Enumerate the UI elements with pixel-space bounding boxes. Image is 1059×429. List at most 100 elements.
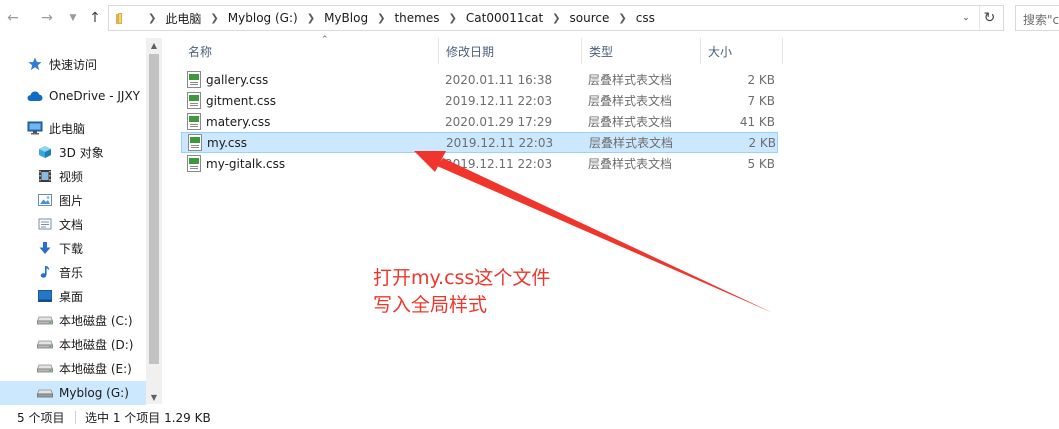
- column-header-label: 修改日期: [446, 44, 495, 59]
- sidebar-item-label: 音乐: [59, 265, 84, 280]
- file-date: 2020.01.29 17:29: [445, 114, 553, 129]
- scroll-up-arrow-icon[interactable]: ▲: [146, 38, 162, 52]
- file-name-cell: gitment.css: [187, 90, 276, 111]
- file-date: 2019.12.11 22:03: [446, 135, 554, 150]
- sidebar-item-quick-access[interactable]: 快速访问: [0, 52, 146, 76]
- chevron-right-icon[interactable]: ❯: [610, 13, 634, 24]
- file-type: 层叠样式表文档: [589, 136, 674, 150]
- column-header-size[interactable]: 大小: [701, 38, 783, 64]
- drive-icon: [37, 336, 53, 352]
- sidebar-item-this-pc[interactable]: 此电脑: [0, 116, 146, 140]
- sidebar-scrollbar[interactable]: ▲ ▼: [146, 38, 162, 404]
- refresh-icon[interactable]: ↻: [979, 6, 999, 30]
- sidebar-item-onedrive[interactable]: OneDrive - JJXY: [0, 84, 146, 108]
- video-icon: [37, 168, 53, 184]
- column-header-label: 大小: [708, 44, 733, 59]
- sidebar-item-label: 桌面: [59, 289, 84, 304]
- file-name: my-gitalk.css: [206, 156, 286, 171]
- sidebar-item-label: Myblog (G:): [59, 386, 129, 400]
- file-date: 2019.12.11 22:03: [445, 93, 553, 108]
- status-bar: 5 个项目 选中 1 个项目 1.29 KB: [0, 406, 1059, 429]
- desktop-icon: [37, 288, 53, 304]
- forward-arrow-icon[interactable]: →: [38, 9, 56, 27]
- chevron-right-icon[interactable]: ❯: [369, 13, 393, 24]
- address-toolbar: ← → ▼ ↑ ❯ 此电脑 ❯ Myblog (G:) ❯ MyBlog ❯ t…: [0, 0, 1059, 36]
- file-date: 2019.12.11 22:03: [445, 156, 553, 171]
- sidebar-item-videos[interactable]: 视频: [0, 164, 146, 188]
- breadcrumb-item[interactable]: css: [635, 11, 656, 25]
- column-header-type[interactable]: 类型: [582, 38, 701, 64]
- chevron-right-icon[interactable]: ❯: [202, 13, 226, 24]
- breadcrumb-item[interactable]: MyBlog: [323, 11, 369, 25]
- breadcrumb: ❯ 此电脑 ❯ Myblog (G:) ❯ MyBlog ❯ themes ❯ …: [109, 6, 656, 30]
- up-arrow-icon[interactable]: ↑: [86, 9, 104, 27]
- sidebar-item-drive-e[interactable]: 本地磁盘 (E:): [0, 356, 146, 380]
- sidebar-item-label: 此电脑: [49, 121, 86, 136]
- file-name: matery.css: [206, 114, 271, 129]
- sidebar-item-3d-objects[interactable]: 3D 对象: [0, 140, 146, 164]
- breadcrumb-item[interactable]: 此电脑: [164, 10, 202, 27]
- file-row[interactable]: gallery.css 2020.01.11 16:38 层叠样式表文档 2 K…: [181, 69, 778, 90]
- file-name-cell: matery.css: [187, 111, 270, 132]
- css-file-icon: [187, 71, 201, 88]
- sidebar-item-label: 本地磁盘 (E:): [59, 361, 132, 376]
- sort-ascending-icon: ⌃: [321, 35, 329, 45]
- annotation-line: 打开my.css这个文件: [373, 267, 551, 289]
- sidebar-item-pictures[interactable]: 图片: [0, 188, 146, 212]
- back-arrow-icon[interactable]: ←: [4, 9, 22, 27]
- file-type: 层叠样式表文档: [588, 94, 673, 108]
- file-name-cell: my-gitalk.css: [187, 153, 285, 174]
- picture-icon: [37, 192, 53, 208]
- breadcrumb-item[interactable]: Cat00011cat: [465, 11, 544, 25]
- sidebar-item-label: 本地磁盘 (D:): [59, 337, 134, 352]
- recent-locations-chevron-icon[interactable]: ▼: [64, 9, 82, 27]
- search-input[interactable]: 搜索"c: [1015, 5, 1059, 31]
- sidebar-item-label: 文档: [59, 217, 84, 232]
- sidebar-item-drive-g[interactable]: Myblog (G:): [0, 381, 146, 405]
- file-row[interactable]: my-gitalk.css 2019.12.11 22:03 层叠样式表文档 5…: [181, 153, 778, 174]
- css-file-icon: [187, 92, 201, 109]
- chevron-right-icon[interactable]: ❯: [440, 13, 464, 24]
- status-selection: 选中 1 个项目 1.29 KB: [85, 411, 211, 425]
- address-dropdown-chevron-icon[interactable]: ⌄: [957, 6, 975, 30]
- column-header-date[interactable]: 修改日期: [439, 38, 582, 64]
- chevron-right-icon: ❯: [148, 12, 157, 24]
- sidebar-item-drive-d[interactable]: 本地磁盘 (D:): [0, 332, 146, 356]
- music-icon: [37, 264, 53, 280]
- file-row[interactable]: matery.css 2020.01.29 17:29 层叠样式表文档 41 K…: [181, 111, 778, 132]
- star-icon: [27, 56, 43, 72]
- column-header-label: 名称: [188, 44, 213, 59]
- drive-icon: [37, 312, 53, 328]
- sidebar-item-label: 本地磁盘 (C:): [59, 313, 133, 328]
- folder-icon: [116, 12, 130, 24]
- address-bar[interactable]: ❯ 此电脑 ❯ Myblog (G:) ❯ MyBlog ❯ themes ❯ …: [108, 5, 1004, 31]
- sidebar-item-label: OneDrive - JJXY: [49, 89, 141, 103]
- sidebar-item-music[interactable]: 音乐: [0, 260, 146, 284]
- cube-3d-icon: [37, 144, 53, 160]
- file-size: 2 KB: [748, 135, 776, 150]
- annotation-text: 打开my.css这个文件 写入全局样式: [373, 265, 550, 319]
- sidebar-item-label: 视频: [59, 169, 84, 184]
- breadcrumb-item[interactable]: themes: [393, 11, 440, 25]
- status-item-count: 5 个项目: [17, 411, 65, 425]
- scrollbar-thumb[interactable]: [149, 54, 159, 364]
- sidebar-item-label: 图片: [59, 193, 84, 208]
- breadcrumb-item[interactable]: Myblog (G:): [227, 11, 299, 25]
- chevron-right-icon[interactable]: ❯: [299, 13, 323, 24]
- file-row-selected[interactable]: my.css 2019.12.11 22:03 层叠样式表文档 2 KB: [181, 132, 778, 153]
- sidebar-item-desktop[interactable]: 桌面: [0, 284, 146, 308]
- sidebar-item-drive-c[interactable]: 本地磁盘 (C:): [0, 308, 146, 332]
- file-row[interactable]: gitment.css 2019.12.11 22:03 层叠样式表文档 7 K…: [181, 90, 778, 111]
- sidebar-item-downloads[interactable]: 下载: [0, 236, 146, 260]
- breadcrumb-item[interactable]: source: [569, 11, 611, 25]
- file-name: my.css: [207, 135, 247, 150]
- file-name-cell: gallery.css: [187, 69, 268, 90]
- chevron-right-icon[interactable]: ❯: [544, 13, 568, 24]
- file-type: 层叠样式表文档: [588, 115, 673, 129]
- document-icon: [37, 216, 53, 232]
- scroll-down-arrow-icon[interactable]: ▼: [146, 390, 162, 404]
- sidebar-item-documents[interactable]: 文档: [0, 212, 146, 236]
- column-header-name[interactable]: 名称 ⌃: [181, 35, 439, 64]
- file-size: 41 KB: [739, 114, 775, 129]
- css-file-icon: [187, 113, 201, 130]
